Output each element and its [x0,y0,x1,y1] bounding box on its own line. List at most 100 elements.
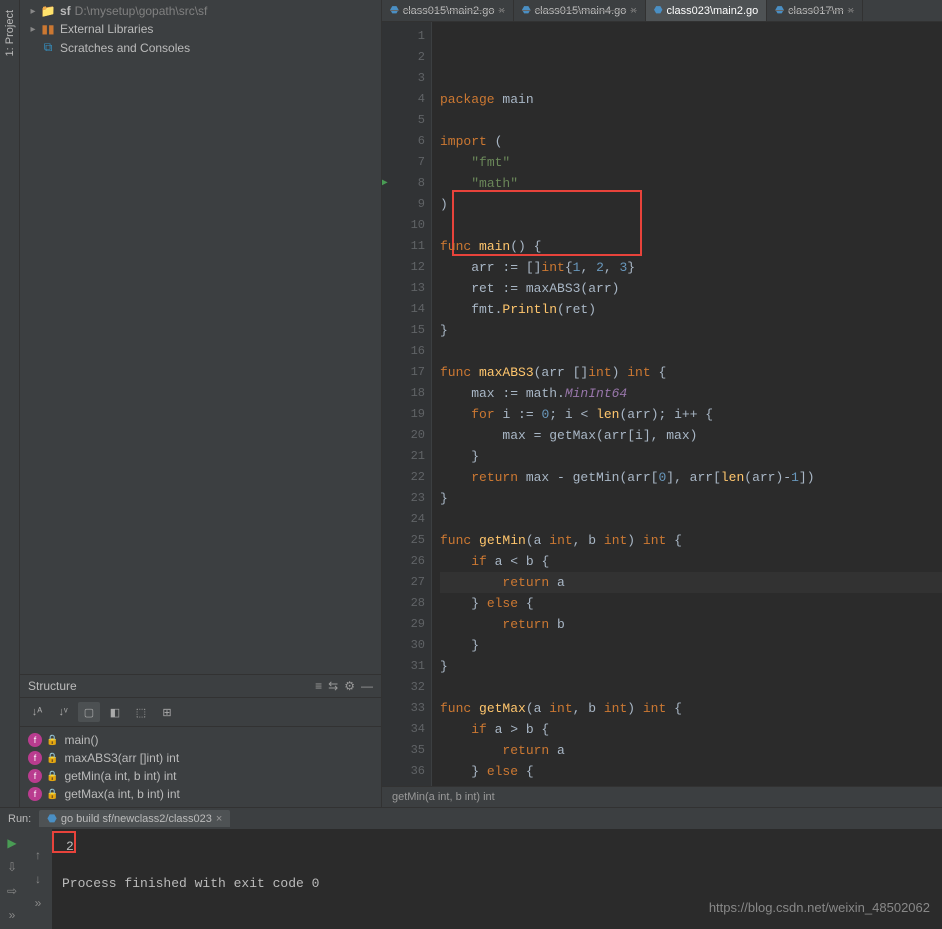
project-name: sf [60,4,71,18]
code-line[interactable]: func main() { [440,236,942,257]
external-libraries[interactable]: ▸ ▮▮ External Libraries [24,20,377,38]
run-toolbar: ▶ ⇩ ⇨ » ↑ ↓ » [0,829,52,929]
structure-list: f🔒main()f🔒maxABS3(arr []int) intf🔒getMin… [20,727,381,807]
sort-visibility-icon[interactable]: ↓ᵛ [52,702,74,722]
project-root[interactable]: ▸ 📁 sf D:\mysetup\gopath\src\sf [24,2,377,20]
code-line[interactable] [440,110,942,131]
function-badge-icon: f [28,787,42,801]
code-line[interactable]: max = getMax(arr[i], max) [440,425,942,446]
code-line[interactable]: return max - getMin(arr[0], arr[len(arr)… [440,467,942,488]
stop-icon[interactable]: ⇩ [2,857,22,877]
go-file-icon: ⬣ [775,5,784,16]
editor-tab[interactable]: ⬣class015\main2.go× [382,0,514,21]
tab-label: class015\main4.go [535,5,627,17]
left-tool-strip: 1: Project [0,0,20,807]
close-icon[interactable]: × [498,5,504,17]
project-tool-button[interactable]: 1: Project [4,10,16,56]
structure-item[interactable]: f 🔒 main() [28,731,373,749]
code-line[interactable]: } [440,656,942,677]
output-line: 2 [62,837,932,856]
scratches-consoles[interactable]: ⧉ Scratches and Consoles [24,38,377,57]
code-line[interactable] [440,215,942,236]
gear-icon[interactable]: ⚙ [344,679,355,693]
code-line[interactable]: func getMax(a int, b int) int { [440,698,942,719]
code-line[interactable]: return b [440,782,942,786]
code-editor[interactable]: package main import ( "fmt" "math") func m… [432,22,942,786]
code-line[interactable]: } [440,446,942,467]
close-icon[interactable]: × [630,5,636,17]
run-gutter-icon[interactable]: ▶ [382,173,388,194]
lock-icon: 🔒 [46,753,58,764]
code-line[interactable]: if a > b { [440,719,942,740]
structure-toolbar: ↓ᴬ ↓ᵛ ▢ ◧ ⬚ ⊞ [20,698,381,727]
code-line[interactable]: } [440,320,942,341]
close-icon[interactable]: × [216,813,222,825]
editor-tab[interactable]: ⬣class015\main4.go× [514,0,646,21]
exit-icon[interactable]: ⇨ [2,881,22,901]
external-libs-label: External Libraries [60,22,153,36]
structure-item-label: getMin(a int, b int) int [64,769,176,783]
code-line[interactable]: } [440,635,942,656]
code-line[interactable]: "math" [440,173,942,194]
down-icon[interactable]: ↓ [28,869,48,889]
autoscroll-icon[interactable]: ⬚ [130,702,152,722]
close-icon[interactable]: × [848,5,854,17]
filter-icon[interactable]: ⇆ [328,679,338,693]
sort-alpha-icon[interactable]: ↓ᴬ [26,702,48,722]
code-line[interactable]: "fmt" [440,152,942,173]
show-fields-icon[interactable]: ▢ [78,702,100,722]
gutter[interactable]: 12345678▶9101112131415161718192021222324… [382,22,432,786]
library-icon: ▮▮ [40,22,56,36]
up-icon[interactable]: ↑ [28,845,48,865]
code-line[interactable]: } else { [440,761,942,782]
code-line[interactable]: func getMin(a int, b int) int { [440,530,942,551]
function-badge-icon: f [28,733,42,747]
scratch-icon: ⧉ [40,40,56,55]
editor-tab[interactable]: ⬣class023\main2.go [646,0,767,21]
code-line[interactable]: } else { [440,593,942,614]
code-line[interactable] [440,341,942,362]
lock-icon: 🔒 [46,735,58,746]
code-line[interactable]: func maxABS3(arr []int) int { [440,362,942,383]
function-badge-icon: f [28,751,42,765]
structure-title: Structure [28,679,77,693]
structure-item[interactable]: f🔒getMin(a int, b int) int [28,767,373,785]
more2-icon[interactable]: » [28,893,48,913]
code-line[interactable]: ) [440,194,942,215]
project-tree: ▸ 📁 sf D:\mysetup\gopath\src\sf ▸ ▮▮ Ext… [20,0,381,59]
watermark: https://blog.csdn.net/weixin_48502062 [709,900,930,915]
code-line[interactable]: } [440,488,942,509]
structure-item-label: main() [64,733,98,747]
code-line[interactable]: if a < b { [440,551,942,572]
structure-item[interactable]: f🔒getMax(a int, b int) int [28,785,373,803]
minimize-icon[interactable]: — [361,679,373,693]
run-header: Run: ⬣ go build sf/newclass2/class023 × [0,808,942,829]
rerun-icon[interactable]: ▶ [2,833,22,853]
show-inherited-icon[interactable]: ◧ [104,702,126,722]
code-line[interactable]: fmt.Println(ret) [440,299,942,320]
structure-header: Structure ≡ ⇆ ⚙ — [20,674,381,698]
editor-tab[interactable]: ⬣class017\m× [767,0,863,21]
code-line[interactable]: max := math.MinInt64 [440,383,942,404]
code-line[interactable]: import ( [440,131,942,152]
editor-tabs: ⬣class015\main2.go×⬣class015\main4.go×⬣c… [382,0,942,22]
code-line[interactable]: return b [440,614,942,635]
more-icon[interactable]: » [2,905,22,925]
code-line[interactable]: return a [440,740,942,761]
code-line[interactable]: return a [440,572,942,593]
chevron-right-icon: ▸ [26,6,40,17]
code-line[interactable]: for i := 0; i < len(arr); i++ { [440,404,942,425]
code-line[interactable]: arr := []int{1, 2, 3} [440,257,942,278]
chevron-right-icon: ▸ [26,24,40,35]
sort-icon[interactable]: ≡ [315,679,322,693]
code-line[interactable] [440,677,942,698]
expand-icon[interactable]: ⊞ [156,702,178,722]
structure-item[interactable]: f🔒maxABS3(arr []int) int [28,749,373,767]
code-line[interactable]: ret := maxABS3(arr) [440,278,942,299]
breadcrumb[interactable]: getMin(a int, b int) int [382,786,942,807]
code-line[interactable]: package main [440,89,942,110]
run-config-label: go build sf/newclass2/class023 [61,813,212,825]
run-config-tab[interactable]: ⬣ go build sf/newclass2/class023 × [39,810,230,827]
lock-icon: 🔒 [46,771,58,782]
code-line[interactable] [440,509,942,530]
